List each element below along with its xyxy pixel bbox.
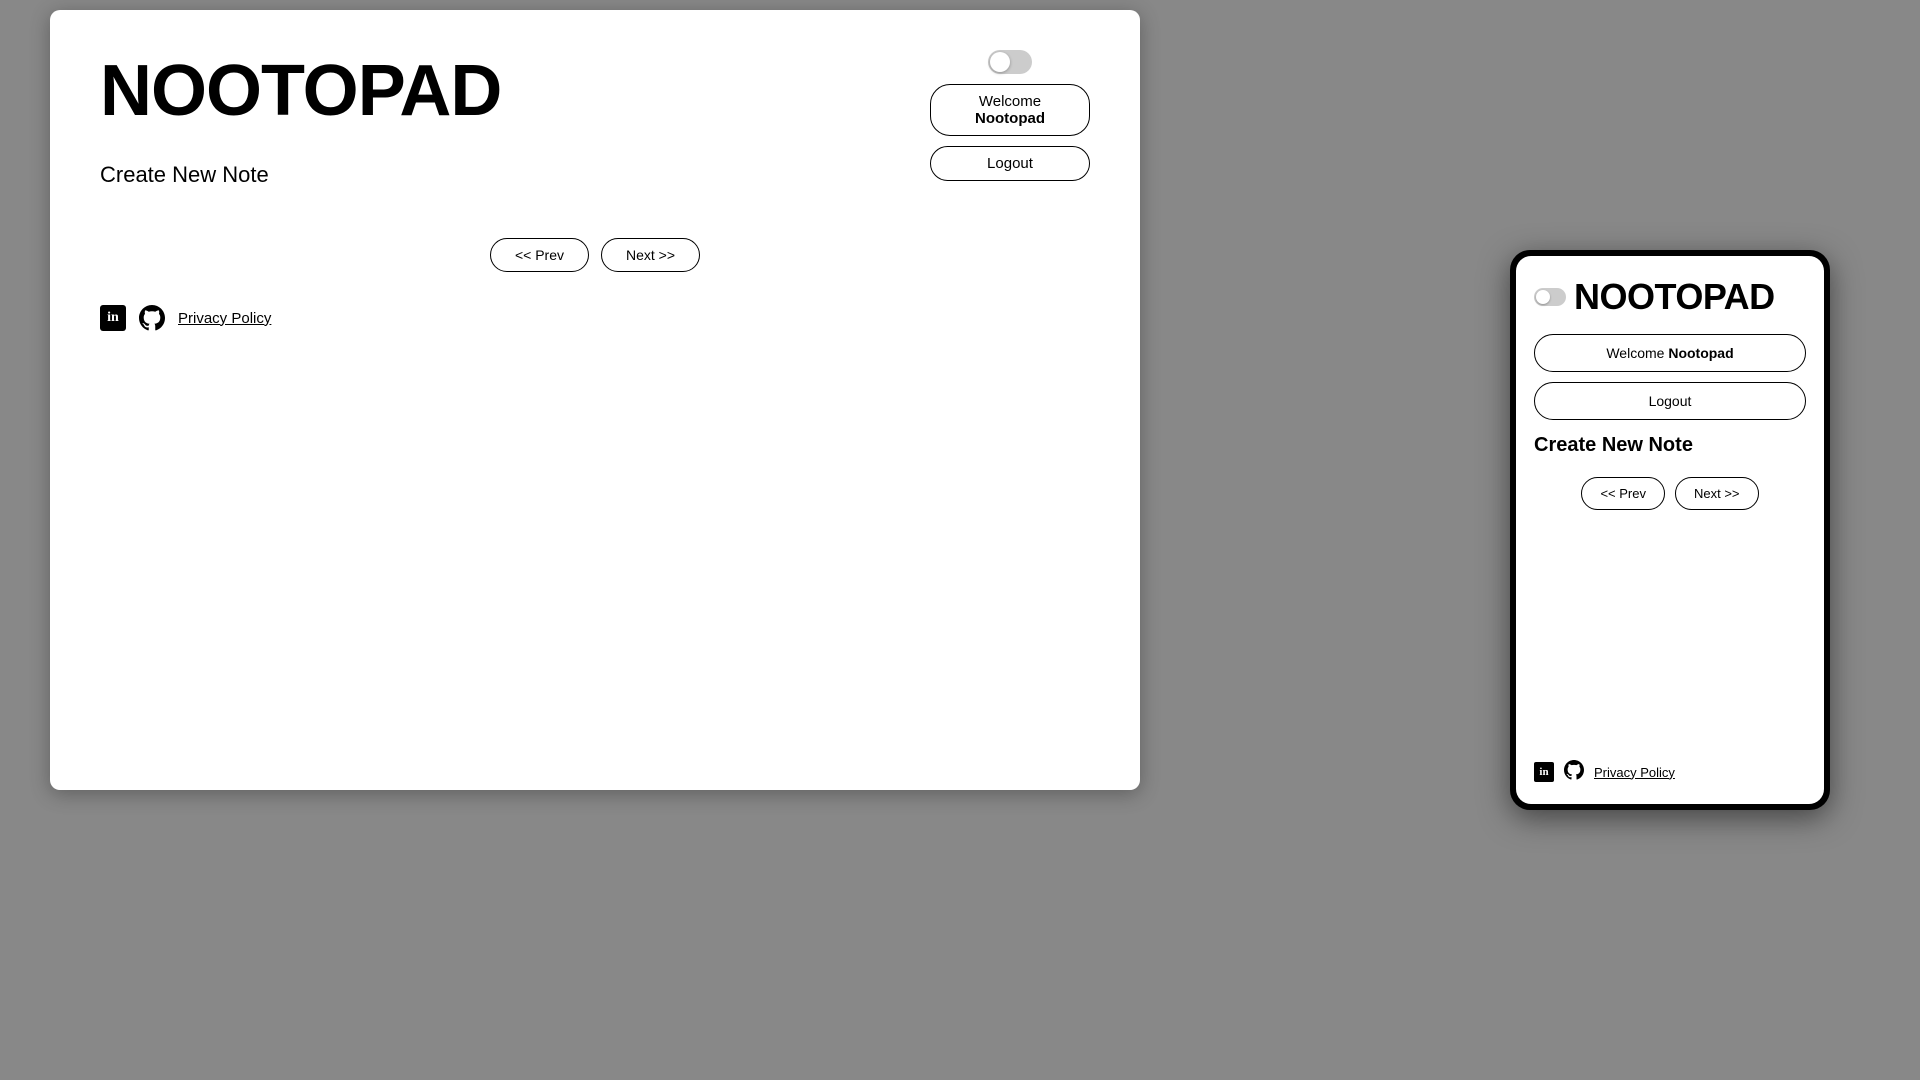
mobile-logout-button[interactable]: Logout	[1534, 382, 1806, 420]
mobile-logo-text: NOOTOPAD	[1574, 276, 1775, 318]
desktop-prev-button[interactable]: << Prev	[490, 238, 589, 272]
logout-button[interactable]: Logout	[930, 146, 1090, 181]
mobile-welcome-button[interactable]: Welcome Nootopad	[1534, 334, 1806, 372]
mobile-github-icon[interactable]	[1564, 760, 1584, 784]
desktop-footer: in Privacy Policy	[100, 284, 271, 332]
mobile-theme-toggle[interactable]	[1534, 288, 1566, 306]
welcome-username: Nootopad	[975, 110, 1045, 127]
mobile-toggle-knob	[1536, 290, 1550, 304]
desktop-privacy-policy-link[interactable]: Privacy Policy	[178, 310, 271, 327]
desktop-header-right: Welcome Nootopad Logout	[930, 50, 1090, 181]
mobile-device: NOOTOPAD Welcome Nootopad Logout Create …	[1510, 250, 1830, 810]
mobile-privacy-policy-link[interactable]: Privacy Policy	[1594, 765, 1675, 780]
theme-toggle[interactable]	[988, 50, 1032, 74]
mobile-welcome-username: Nootopad	[1668, 345, 1733, 361]
mobile-linkedin-icon[interactable]: in	[1534, 762, 1554, 782]
mobile-pagination: << Prev Next >>	[1534, 477, 1806, 510]
desktop-window: NOOTOPAD Welcome Nootopad Logout Create …	[50, 10, 1140, 790]
mobile-footer: in Privacy Policy	[1534, 760, 1675, 784]
mobile-logo: NOOTOPAD	[1534, 276, 1806, 318]
mobile-next-button[interactable]: Next >>	[1675, 477, 1759, 510]
desktop-content: NOOTOPAD Welcome Nootopad Logout Create …	[50, 10, 1140, 372]
linkedin-icon[interactable]: in	[100, 305, 126, 331]
mobile-section-title: Create New Note	[1534, 434, 1806, 457]
desktop-next-button[interactable]: Next >>	[601, 238, 700, 272]
mobile-screen: NOOTOPAD Welcome Nootopad Logout Create …	[1516, 256, 1824, 804]
github-icon[interactable]	[138, 304, 166, 332]
desktop-pagination: << Prev Next >>	[100, 238, 1090, 272]
mobile-prev-button[interactable]: << Prev	[1581, 477, 1665, 510]
welcome-button[interactable]: Welcome Nootopad	[930, 84, 1090, 136]
toggle-knob	[990, 52, 1010, 72]
